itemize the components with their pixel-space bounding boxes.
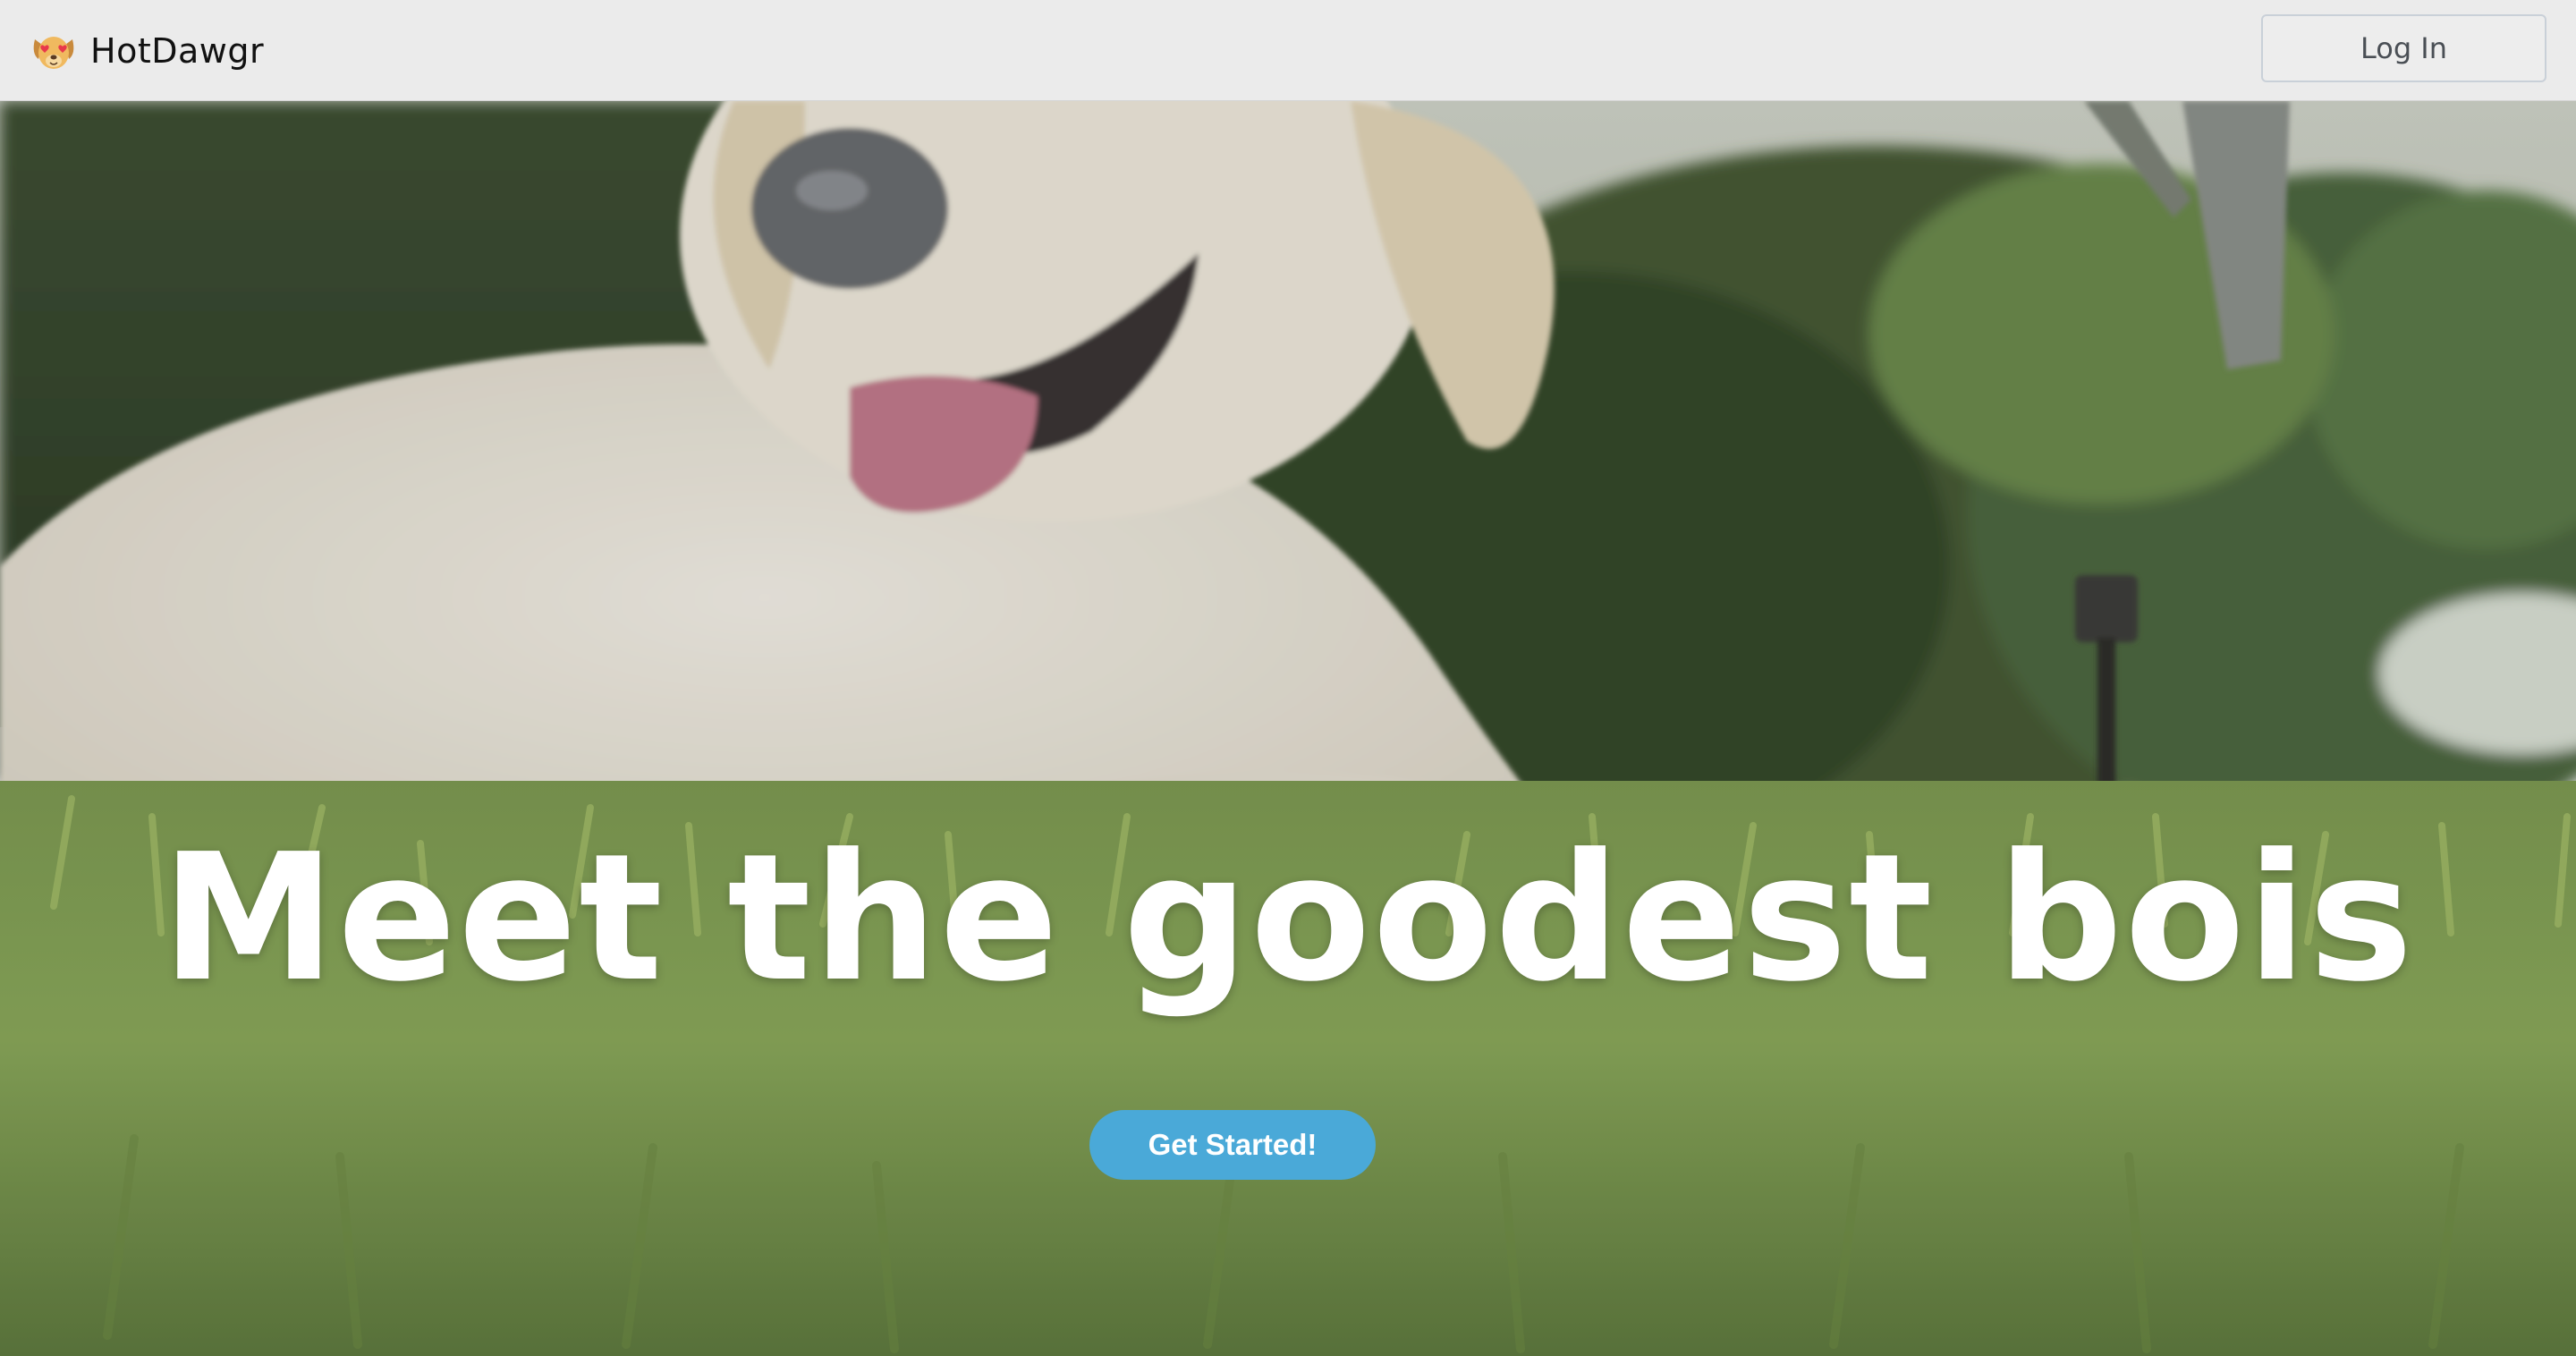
dog-face-heart-eyes-icon — [33, 37, 74, 69]
brand-name: HotDawgr — [90, 31, 265, 71]
brand-link[interactable]: HotDawgr — [30, 27, 264, 75]
hero-section: Meet the goodest bois Get Started! — [0, 101, 2576, 1356]
login-button[interactable]: Log In — [2261, 14, 2546, 82]
hero-headline: Meet the goodest bois — [161, 817, 2415, 1021]
get-started-button[interactable]: Get Started! — [1089, 1110, 1376, 1180]
top-navbar: HotDawgr Log In — [0, 0, 2576, 101]
